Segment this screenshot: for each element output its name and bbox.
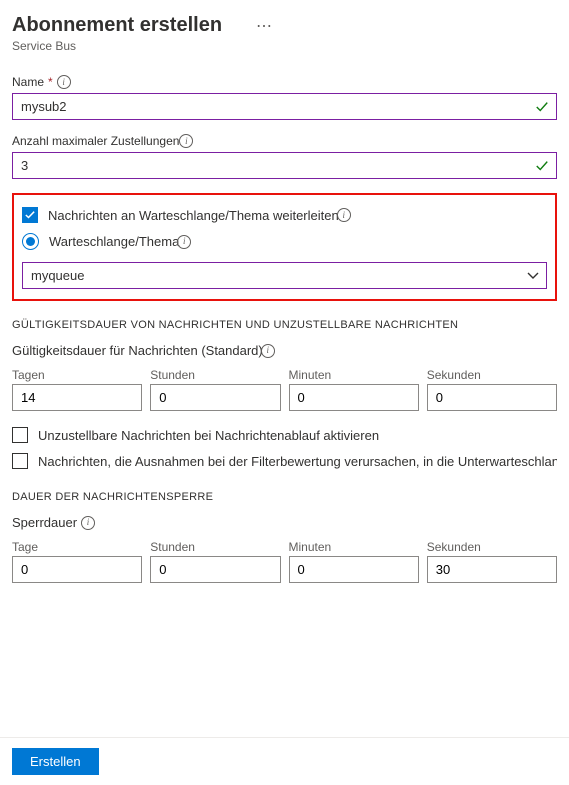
lock-seconds-label: Sekunden — [427, 540, 557, 554]
lock-minutes-label: Minuten — [289, 540, 419, 554]
lock-days-label: Tage — [12, 540, 142, 554]
ttl-days-input[interactable] — [12, 384, 142, 411]
info-icon[interactable]: i — [57, 75, 71, 89]
valid-check-icon — [535, 159, 549, 173]
name-input[interactable] — [12, 93, 557, 120]
lock-hours-label: Stunden — [150, 540, 280, 554]
deadletter-on-expire-label: Unzustellbare Nachrichten bei Nachrichte… — [38, 428, 557, 443]
lock-minutes-input[interactable] — [289, 556, 419, 583]
page-subtitle: Service Bus — [12, 39, 557, 53]
info-icon[interactable]: i — [81, 516, 95, 530]
ttl-minutes-label: Minuten — [289, 368, 419, 382]
lock-seconds-input[interactable] — [427, 556, 557, 583]
info-icon[interactable]: i — [337, 208, 351, 222]
lock-hours-input[interactable] — [150, 556, 280, 583]
forward-target-radio[interactable] — [22, 233, 39, 250]
lock-subsection-label: Sperrdauer — [12, 515, 77, 530]
ttl-days-label: Tagen — [12, 368, 142, 382]
ttl-section-header: GÜLTIGKEITSDAUER VON NACHRICHTEN UND UNZ… — [12, 319, 557, 331]
forward-checkbox[interactable] — [22, 207, 38, 223]
more-menu-icon[interactable]: ⋯ — [256, 16, 272, 36]
chevron-down-icon — [527, 270, 539, 282]
forward-checkbox-label: Nachrichten an Warteschlange/Thema weite… — [48, 208, 339, 223]
ttl-seconds-label: Sekunden — [427, 368, 557, 382]
ttl-seconds-input[interactable] — [427, 384, 557, 411]
forward-highlight-box: Nachrichten an Warteschlange/Thema weite… — [12, 193, 557, 301]
deadletter-on-filter-fail-checkbox[interactable] — [12, 453, 28, 469]
max-deliveries-input[interactable] — [12, 152, 557, 179]
lock-section-header: DAUER DER NACHRICHTENSPERRE — [12, 491, 557, 503]
info-icon[interactable]: i — [179, 134, 193, 148]
deadletter-on-expire-checkbox[interactable] — [12, 427, 28, 443]
valid-check-icon — [535, 100, 549, 114]
max-deliveries-label: Anzahl maximaler Zustellungen — [12, 134, 179, 148]
lock-days-input[interactable] — [12, 556, 142, 583]
forward-radio-label: Warteschlange/Thema — [49, 234, 179, 249]
ttl-minutes-input[interactable] — [289, 384, 419, 411]
forward-target-value: myqueue — [31, 268, 84, 283]
ttl-hours-input[interactable] — [150, 384, 280, 411]
footer-bar: Erstellen — [0, 737, 569, 785]
ttl-subsection-label: Gültigkeitsdauer für Nachrichten (Standa… — [12, 343, 263, 358]
forward-target-dropdown[interactable]: myqueue — [22, 262, 547, 289]
deadletter-on-filter-fail-label: Nachrichten, die Ausnahmen bei der Filte… — [38, 454, 557, 469]
info-icon[interactable]: i — [177, 235, 191, 249]
page-title: Abonnement erstellen — [12, 14, 222, 37]
required-asterisk: * — [48, 75, 53, 89]
ttl-hours-label: Stunden — [150, 368, 280, 382]
name-label: Name — [12, 75, 44, 89]
create-button[interactable]: Erstellen — [12, 748, 99, 775]
info-icon[interactable]: i — [261, 344, 275, 358]
